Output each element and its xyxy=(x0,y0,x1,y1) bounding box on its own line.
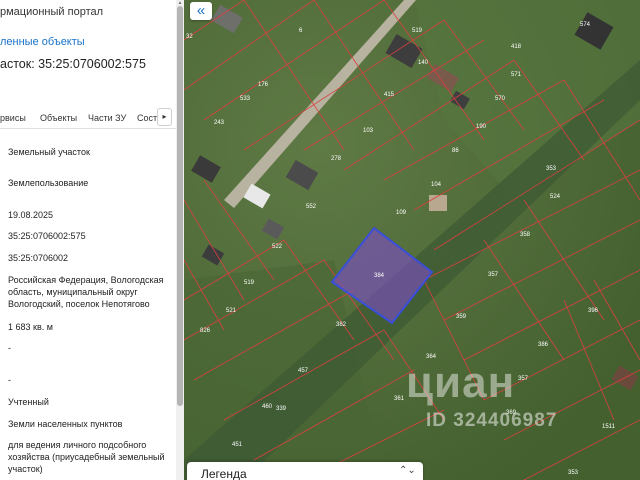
field-dash-2: - xyxy=(8,375,11,385)
parcel-number: 243 xyxy=(214,120,225,126)
field-date: 19.08.2025 xyxy=(8,210,54,220)
parcel-number: 418 xyxy=(511,44,522,50)
parcel-number: 1511 xyxy=(602,424,616,430)
tab-next-button[interactable]: ▸ xyxy=(157,108,172,126)
parcel-number: 358 xyxy=(520,232,531,238)
collapse-panel-button[interactable]: « xyxy=(190,2,212,20)
field-dash-1: - xyxy=(8,343,11,353)
parcel-number: 357 xyxy=(488,272,499,278)
parcel-number: 552 xyxy=(306,204,317,210)
parcel-number: 384 xyxy=(374,273,385,279)
parcel-number: 32 xyxy=(186,34,193,40)
scroll-thumb[interactable] xyxy=(177,6,183,406)
parcel-number: 176 xyxy=(258,82,269,88)
parcel-number: 396 xyxy=(588,308,599,314)
parcel-heading: асток: 35:25:0706002:575 xyxy=(0,57,146,71)
legend-label: Легенда xyxy=(201,467,247,480)
watermark-logo: циан xyxy=(406,358,516,407)
parcel-number: 570 xyxy=(495,96,506,102)
parcel-number: 104 xyxy=(431,182,442,188)
tab-objects[interactable]: Объекты xyxy=(40,113,77,123)
selected-objects-link[interactable]: ленные объекты xyxy=(0,36,85,48)
parcel-number: 353 xyxy=(568,470,579,476)
portal-title: рмационный портал xyxy=(0,6,104,18)
field-status: Учтенный xyxy=(8,397,49,407)
parcel-number: 457 xyxy=(298,368,309,374)
parcel-number: 278 xyxy=(331,156,342,162)
parcel-number: 826 xyxy=(200,328,211,334)
clearing xyxy=(429,195,447,211)
chevron-up-down-icon[interactable]: ⌃⌄ xyxy=(399,465,416,476)
field-cadastral-number: 35:25:0706002:575 xyxy=(8,231,86,241)
double-chevron-left-icon: « xyxy=(196,2,206,19)
parcel-number: 519 xyxy=(244,280,255,286)
parcel-number: 361 xyxy=(394,396,405,402)
tab-services[interactable]: рвисы xyxy=(0,113,26,123)
parcel-number: 451 xyxy=(232,442,243,448)
field-land-category: Земли населенных пунктов xyxy=(8,419,123,429)
parcel-number: 571 xyxy=(511,72,522,78)
info-panel: рмационный портал ленные объекты асток: … xyxy=(0,0,176,480)
parcel-number: 86 xyxy=(452,148,459,154)
parcel-number: 521 xyxy=(226,308,237,314)
chevron-right-icon: ▸ xyxy=(162,112,167,121)
parcel-number: 519 xyxy=(412,28,423,34)
parcel-number: 190 xyxy=(476,124,487,130)
parcel-number: 357 xyxy=(518,376,529,382)
map-canvas[interactable]: 326 5195744181761405715334155702431031908… xyxy=(184,0,640,480)
parcel-number: 386 xyxy=(538,342,549,348)
parcel-number: 109 xyxy=(396,210,407,216)
legend-bar[interactable]: Легенда ⌃⌄ xyxy=(187,462,423,480)
parcel-number: 359 xyxy=(456,314,467,320)
parcel-number: 140 xyxy=(418,60,429,66)
parcel-number: 533 xyxy=(240,96,251,102)
parcel-number: 524 xyxy=(550,194,561,200)
field-category-object: Землепользование xyxy=(8,178,89,188)
parcel-number: 339 xyxy=(276,406,287,412)
panel-scrollbar[interactable]: ▲ xyxy=(176,0,184,480)
parcel-number: 353 xyxy=(546,166,557,172)
field-area: 1 683 кв. м xyxy=(8,322,53,332)
watermark-id: ID 324406987 xyxy=(426,410,558,431)
field-object-type: Земельный участок xyxy=(8,147,90,157)
parcel-number: 574 xyxy=(580,22,591,28)
parcel-number: 522 xyxy=(272,244,283,250)
tab-bar: рвисы Объекты Части ЗУ Соста ▸ xyxy=(0,108,176,129)
parcel-number: 415 xyxy=(384,92,395,98)
parcel-number: 460 xyxy=(262,404,273,410)
field-quarter: 35:25:0706002 xyxy=(8,253,69,263)
field-address: Российская Федерация, Вологодская област… xyxy=(8,275,164,309)
field-permitted-use: для ведения личного подсобного хозяйства… xyxy=(8,440,165,474)
satellite-map[interactable]: 32 6 519 574 418 176 140 571 533 415 570 243 103 190 8… xyxy=(184,0,640,480)
tab-land-parts[interactable]: Части ЗУ xyxy=(88,113,126,123)
parcel-number: 382 xyxy=(336,322,347,328)
parcel-number: 103 xyxy=(363,128,374,134)
